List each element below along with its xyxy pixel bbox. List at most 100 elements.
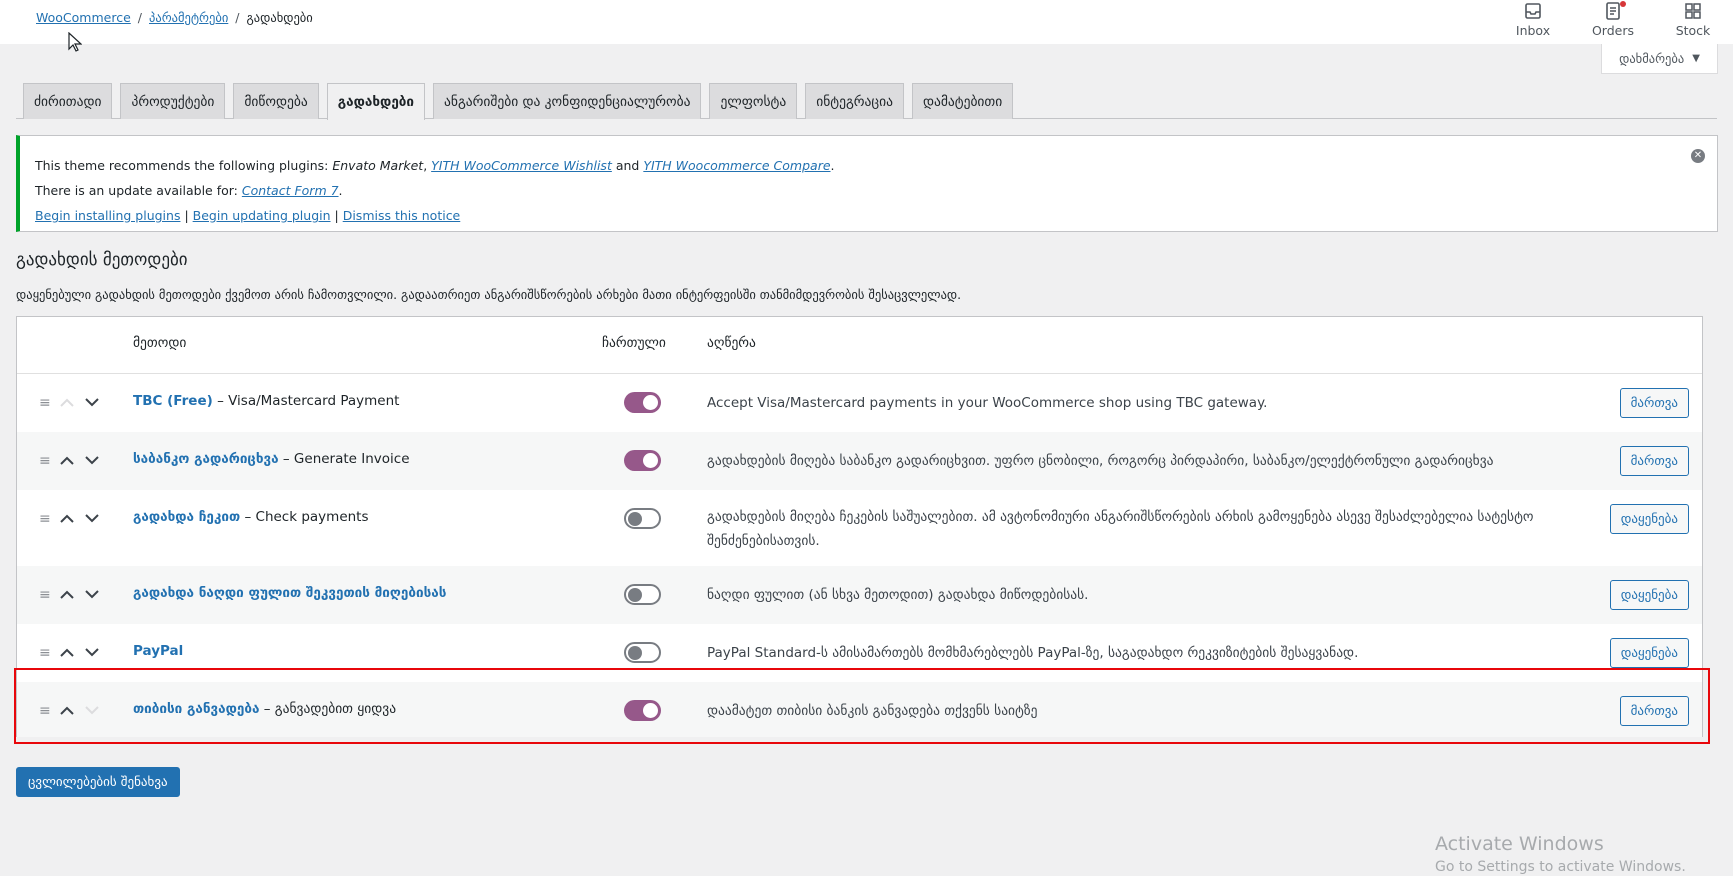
move-down-icon[interactable] — [84, 510, 101, 527]
enabled-toggle[interactable] — [624, 584, 661, 605]
setup-button[interactable]: დაყენება — [1609, 504, 1689, 534]
manage-button[interactable]: მართვა — [1619, 696, 1689, 726]
drag-handle-icon[interactable]: ≡ — [39, 587, 51, 603]
tab-products[interactable]: პროდუქტები — [120, 83, 226, 119]
move-up-icon[interactable] — [59, 394, 76, 411]
breadcrumb-woocommerce-link[interactable]: WooCommerce — [36, 10, 131, 25]
breadcrumb-current: გადახდები — [246, 10, 313, 25]
payment-method-name: TBC (Free) – Visa/Mastercard Payment — [133, 393, 399, 409]
toggle-knob — [643, 703, 658, 718]
manage-button[interactable]: მართვა — [1619, 446, 1689, 476]
tab-shipping[interactable]: მიწოდება — [233, 83, 319, 119]
notice-line-recommend: This theme recommends the following plug… — [35, 153, 1717, 178]
toggle-knob — [643, 453, 658, 468]
orders-notification-dot — [1620, 1, 1626, 7]
inbox-label: Inbox — [1515, 23, 1551, 38]
setup-button[interactable]: დაყენება — [1609, 638, 1689, 668]
move-up-icon[interactable] — [59, 702, 76, 719]
settings-tabs: ძირითადი პროდუქტები მიწოდება გადახდები ა… — [16, 83, 1717, 120]
payment-method-subtitle: – Generate Invoice — [278, 451, 410, 467]
stock-button[interactable]: Stock — [1653, 0, 1733, 44]
payment-method-link[interactable]: გადახდა ნაღდი ფულით შეკვეთის მიღებისას — [133, 585, 446, 601]
tab-general[interactable]: ძირითადი — [23, 83, 113, 119]
tab-advanced[interactable]: დამატებითი — [911, 83, 1014, 119]
payment-method-link[interactable]: PayPal — [133, 643, 183, 659]
help-label: დახმარება — [1619, 51, 1685, 66]
payment-method-name: თიბისი განვადება – განვადებით ყიდვა — [133, 701, 396, 717]
table-row: ≡ TBC (Free) – Visa/Mastercard Payment A… — [17, 374, 1702, 432]
enabled-toggle[interactable] — [624, 450, 661, 471]
enabled-toggle[interactable] — [624, 642, 661, 663]
table-row: ≡ გადახდა ჩეკით – Check payments გადახდე… — [17, 490, 1702, 566]
payment-method-description: დაამატეთ თიბისი ბანკის განვადება თქვენს … — [707, 703, 1038, 719]
tab-accounts-privacy[interactable]: ანგარიშები და კონფიდენციალურობა — [433, 83, 702, 119]
enabled-toggle[interactable] — [624, 508, 661, 529]
move-down-icon[interactable] — [84, 394, 101, 411]
payment-method-link[interactable]: გადახდა ჩეკით — [133, 509, 240, 525]
enabled-toggle[interactable] — [624, 392, 661, 413]
tab-payments[interactable]: გადახდები — [326, 83, 426, 120]
save-changes-button[interactable]: ცვლილებების შენახვა — [16, 767, 180, 797]
begin-updating-link[interactable]: Begin updating plugin — [193, 208, 331, 223]
manage-button[interactable]: მართვა — [1619, 388, 1689, 418]
payment-method-link[interactable]: თიბისი განვადება — [133, 701, 259, 717]
move-down-icon[interactable] — [84, 452, 101, 469]
move-down-icon[interactable] — [84, 586, 101, 603]
breadcrumb-settings-link[interactable]: პარამეტრები — [149, 10, 228, 25]
payment-method-description: Accept Visa/Mastercard payments in your … — [707, 395, 1268, 411]
table-header: მეთოდი ჩართული აღწერა — [17, 317, 1702, 374]
table-row: ≡ თიბისი განვადება – განვადებით ყიდვა და… — [17, 682, 1702, 737]
toggle-knob — [628, 511, 642, 526]
plugin-notice: This theme recommends the following plug… — [16, 135, 1718, 232]
inbox-button[interactable]: Inbox — [1493, 0, 1573, 44]
page-title: გადახდის მეთოდები — [16, 250, 188, 270]
sort-controls: ≡ — [39, 510, 101, 527]
help-dropdown-button[interactable]: დახმარება ▼ — [1601, 44, 1718, 74]
dismiss-notice-link[interactable]: Dismiss this notice — [343, 208, 461, 223]
sort-controls: ≡ — [39, 452, 101, 469]
sort-controls: ≡ — [39, 702, 101, 719]
drag-handle-icon[interactable]: ≡ — [39, 453, 51, 469]
orders-button[interactable]: Orders — [1573, 0, 1653, 44]
begin-installing-link[interactable]: Begin installing plugins — [35, 208, 180, 223]
payment-method-link[interactable]: TBC (Free) — [133, 393, 213, 409]
contact-form-7-link[interactable]: Contact Form 7 — [242, 183, 339, 198]
toggle-knob — [643, 395, 658, 410]
payment-method-link[interactable]: საბანკო გადარიცხვა — [133, 451, 279, 467]
column-header-method: მეთოდი — [133, 335, 187, 351]
breadcrumb: WooCommerce / პარამეტრები / გადახდები — [36, 10, 313, 25]
drag-handle-icon[interactable]: ≡ — [39, 645, 51, 661]
notice-text: , — [423, 158, 432, 173]
notice-text: . — [830, 158, 835, 173]
drag-handle-icon[interactable]: ≡ — [39, 511, 51, 527]
notice-separator: | — [330, 208, 343, 223]
mouse-cursor-icon — [68, 32, 82, 52]
yith-wishlist-link[interactable]: YITH WooCommerce Wishlist — [431, 158, 612, 173]
yith-compare-link[interactable]: YITH Woocommerce Compare — [643, 158, 830, 173]
drag-handle-icon[interactable]: ≡ — [39, 395, 51, 411]
payment-method-name: საბანკო გადარიცხვა – Generate Invoice — [133, 451, 410, 467]
sort-controls: ≡ — [39, 644, 101, 661]
move-down-icon[interactable] — [84, 702, 101, 719]
move-up-icon[interactable] — [59, 510, 76, 527]
top-header-bar: WooCommerce / პარამეტრები / გადახდები Inbox … — [0, 0, 1733, 44]
payment-method-subtitle: – Visa/Mastercard Payment — [212, 393, 400, 409]
payment-method-description: PayPal Standard-ს ამისამართებს მომხმარებ… — [707, 645, 1359, 661]
tab-emails[interactable]: ელფოსტა — [709, 83, 798, 119]
move-up-icon[interactable] — [59, 452, 76, 469]
payment-method-name: PayPal — [133, 643, 183, 659]
payment-methods-table: მეთოდი ჩართული აღწერა ≡ TBC (Free) – Vis… — [16, 316, 1703, 737]
move-down-icon[interactable] — [84, 644, 101, 661]
drag-handle-icon[interactable]: ≡ — [39, 703, 51, 719]
move-up-icon[interactable] — [59, 644, 76, 661]
move-up-icon[interactable] — [59, 586, 76, 603]
enabled-toggle[interactable] — [624, 700, 661, 721]
tab-integration[interactable]: ინტეგრაცია — [805, 83, 904, 119]
close-icon[interactable]: ✕ — [1691, 149, 1705, 163]
notice-line-update: There is an update available for: Contac… — [35, 178, 1717, 203]
setup-button[interactable]: დაყენება — [1609, 580, 1689, 610]
column-header-description: აღწერა — [707, 335, 756, 351]
payment-method-subtitle: – Check payments — [240, 509, 369, 525]
table-row: ≡ საბანკო გადარიცხვა – Generate Invoice … — [17, 432, 1702, 490]
stock-icon — [1685, 3, 1701, 19]
